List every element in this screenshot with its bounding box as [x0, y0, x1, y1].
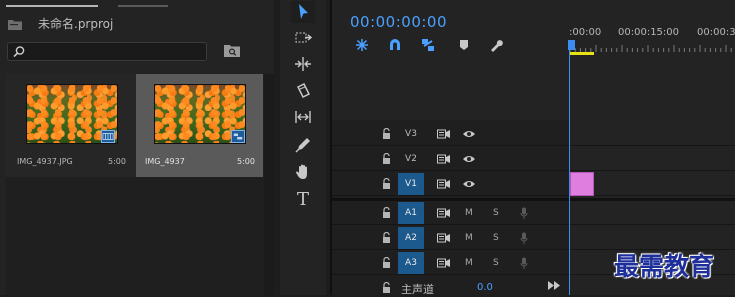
- sync-lock-icon[interactable]: [437, 154, 451, 164]
- go-to-end-icon[interactable]: [548, 280, 560, 291]
- ruler-time-1: 00:00:15:00: [618, 27, 680, 38]
- timecode-display[interactable]: 00:00:00:00: [350, 13, 447, 31]
- solo-button-a3[interactable]: S: [493, 258, 499, 268]
- arrow-icon: [299, 4, 308, 19]
- track-row-v3: [332, 122, 735, 146]
- lock-icon[interactable]: [382, 207, 391, 218]
- media-item-1-duration: 5:00: [108, 157, 126, 166]
- sync-lock-icon[interactable]: [437, 208, 451, 218]
- mic-icon[interactable]: [520, 207, 528, 220]
- nest-sequence-icon[interactable]: [355, 38, 369, 52]
- lock-icon[interactable]: [382, 232, 391, 243]
- sync-lock-icon[interactable]: [437, 179, 451, 189]
- type-tool[interactable]: T: [291, 188, 315, 210]
- track-label-a2[interactable]: A2: [398, 227, 424, 249]
- lock-icon[interactable]: [382, 178, 391, 189]
- track-select-tool[interactable]: [291, 27, 315, 49]
- track-label-v3[interactable]: V3: [398, 123, 424, 145]
- playhead-handle[interactable]: [568, 40, 575, 50]
- search-input[interactable]: [7, 42, 207, 61]
- project-file-icon: [8, 20, 22, 30]
- lock-icon[interactable]: [382, 257, 391, 268]
- selection-tool[interactable]: [291, 1, 315, 23]
- find-bin-icon[interactable]: [224, 44, 240, 58]
- sync-lock-icon[interactable]: [437, 233, 451, 243]
- mute-button-a3[interactable]: M: [465, 258, 473, 268]
- track-label-a3[interactable]: A3: [398, 252, 424, 274]
- ripple-edit-icon: [295, 57, 311, 71]
- work-area-bar[interactable]: [570, 52, 594, 55]
- project-name: 未命名.prproj: [38, 17, 114, 31]
- sync-lock-icon[interactable]: [437, 258, 451, 268]
- track-label-v2[interactable]: V2: [398, 148, 424, 170]
- track-label-a1[interactable]: A1: [398, 202, 424, 224]
- search-icon: [13, 46, 25, 58]
- eye-icon[interactable]: [462, 154, 476, 164]
- slip-tool[interactable]: [291, 106, 315, 128]
- playhead-line[interactable]: [569, 40, 570, 295]
- razor-tool[interactable]: [291, 80, 315, 102]
- track-label-v1[interactable]: V1: [398, 173, 424, 195]
- add-marker-icon[interactable]: [457, 38, 471, 52]
- slip-icon: [295, 111, 311, 123]
- sync-lock-icon[interactable]: [437, 129, 451, 139]
- eye-icon[interactable]: [462, 129, 476, 139]
- track-row-v1: [332, 172, 735, 196]
- time-ruler[interactable]: [570, 42, 735, 52]
- hand-tool[interactable]: [291, 161, 315, 183]
- eye-icon[interactable]: [462, 179, 476, 189]
- media-item-2-duration: 5:00: [237, 157, 255, 166]
- ripple-edit-tool[interactable]: [291, 53, 315, 75]
- mute-button-a1[interactable]: M: [465, 208, 473, 218]
- mic-icon[interactable]: [520, 257, 528, 270]
- mute-button-a2[interactable]: M: [465, 233, 473, 243]
- lock-icon[interactable]: [382, 128, 391, 139]
- media-item-2-name: IMG_4937: [145, 157, 185, 166]
- solo-button-a2[interactable]: S: [493, 233, 499, 243]
- solo-button-a1[interactable]: S: [493, 208, 499, 218]
- lock-icon[interactable]: [382, 153, 391, 164]
- pen-tool[interactable]: [291, 134, 315, 156]
- wrench-settings-icon[interactable]: [489, 38, 503, 52]
- track-select-icon: [295, 32, 312, 43]
- media-item-1-name: IMG_4937.JPG: [17, 157, 73, 166]
- project-tab-active[interactable]: [6, 5, 98, 7]
- razor-icon: [296, 82, 311, 99]
- track-row-a1: [332, 201, 735, 225]
- pen-icon: [295, 138, 310, 153]
- sequence-badge-icon: [231, 130, 245, 143]
- linked-selection-icon[interactable]: [421, 38, 435, 52]
- project-tab-other[interactable]: [118, 5, 168, 7]
- image-sequence-badge-icon: [101, 130, 115, 143]
- mic-icon[interactable]: [520, 232, 528, 245]
- ruler-time-2: 00:00:30: [697, 27, 735, 38]
- project-scrollbar[interactable]: [264, 74, 274, 295]
- hand-icon: [296, 164, 307, 179]
- type-icon: T: [296, 188, 309, 210]
- watermark-text: 最需教育: [614, 252, 715, 281]
- ruler-time-0: :00:00: [569, 27, 602, 38]
- snap-magnet-icon[interactable]: [388, 38, 402, 52]
- clip-v1[interactable]: [570, 172, 594, 196]
- lock-icon[interactable]: [382, 282, 391, 293]
- master-volume-value[interactable]: 0.0: [477, 282, 493, 293]
- track-row-v2: [332, 147, 735, 171]
